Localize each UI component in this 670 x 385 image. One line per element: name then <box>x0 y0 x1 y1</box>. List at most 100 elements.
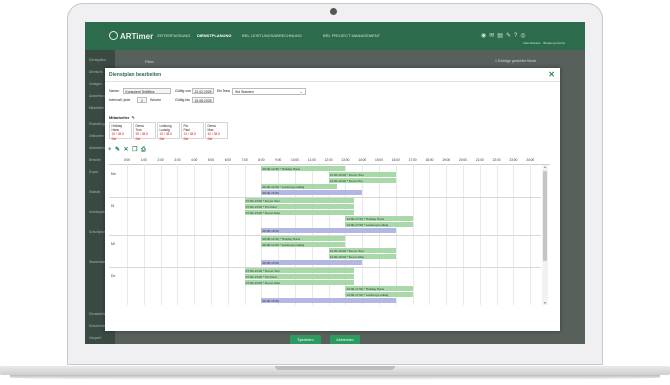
sidebar-item[interactable]: Gesperrt <box>89 336 101 340</box>
close-icon[interactable]: ✕ <box>548 70 555 79</box>
shift-bar[interactable]: 07:00-13:00 * Demo Max <box>244 280 354 286</box>
screen: ARTimer ZEITERFASSUNG DIENSTPLANUNG BRL … <box>85 22 585 344</box>
sidebar-item[interactable]: Vorlagen <box>89 82 102 86</box>
save-button[interactable]: Speichern <box>290 335 321 344</box>
shift-bar[interactable]: 08:00-18:00 <box>261 228 396 234</box>
sidebar-item[interactable]: Mitarbeiter <box>89 106 104 110</box>
employees-label-text: Mitarbeiter <box>109 115 130 120</box>
employee-hours: 15 / 38.5 Std <box>111 132 124 141</box>
shift-bar[interactable]: 12:00-16:00 * Demo Max <box>328 254 396 260</box>
copy-icon[interactable]: ❐ <box>132 147 141 153</box>
valid-to-label: Gültig bis <box>175 98 190 102</box>
shift-bar[interactable]: 13:00-17:00 * Leistung Ludwig <box>345 222 413 228</box>
hour-tick-label: 16:00 <box>391 158 400 162</box>
tab-leistungsabrechnung[interactable]: BRL LEISTUNGSABRECHNUNG <box>242 33 302 38</box>
logo-text: ARTimer <box>120 32 154 41</box>
valid-from-field[interactable]: 22.02.2025 <box>192 88 214 94</box>
top-icon-bar[interactable]: ◉✉▤✎?◎ <box>481 32 529 39</box>
unit-select[interactable]: Std Standen ⌄ <box>232 87 306 95</box>
filter-label[interactable]: Filter <box>145 59 154 64</box>
add-icon[interactable]: + <box>108 147 115 153</box>
scroll-up-icon[interactable]: ▲ <box>542 165 548 169</box>
camera-icon <box>330 8 337 15</box>
employee-card[interactable]: Demo Tom 35 / 38.5 Std <box>133 122 156 141</box>
day-label: Di <box>111 204 115 208</box>
cancel-button[interactable]: Abbrechen <box>330 335 360 344</box>
grid-scrollbar[interactable]: ▲ ▼ <box>542 165 548 305</box>
grid-toolbar: +✎✕❐⎙ <box>108 146 149 154</box>
shift-bar[interactable]: 07:00-13:00 * Demo Tom <box>244 268 354 274</box>
shift-bar[interactable]: 12:00-16:00 * Demo Pio <box>328 178 396 184</box>
shift-bar[interactable]: 08:00-12:30 * Holiday Hans <box>261 166 346 172</box>
employee-card[interactable]: Holiday Hans 15 / 38.5 Std <box>109 122 132 141</box>
app-logo[interactable]: ARTimer <box>109 31 153 41</box>
name-field[interactable]: Konsolent Teilöffice <box>123 88 171 94</box>
scroll-down-icon[interactable]: ▼ <box>542 301 548 305</box>
logo-icon <box>109 31 118 40</box>
shift-bar[interactable]: 08:00-12:30 * Holiday Hans <box>261 236 346 242</box>
shift-bar[interactable]: 12:00-16:00 * Demo Tom <box>328 172 396 178</box>
hour-tick-label: 20:00 <box>459 158 467 162</box>
chat-icon[interactable]: ✎ <box>506 33 514 39</box>
chart-icon[interactable]: ▤ <box>497 33 506 39</box>
edit-icon[interactable]: ✎ <box>115 147 124 153</box>
shift-bar[interactable]: 07:00-13:00 * Demo Tom <box>244 198 354 204</box>
day-label: Mi <box>111 242 115 246</box>
header-line <box>109 164 550 165</box>
print-icon[interactable]: ⎙ <box>141 147 149 153</box>
hour-tick-label: 14:00 <box>358 158 367 162</box>
shift-bar[interactable]: 12:00-16:00 * Demo Tom <box>328 248 396 254</box>
top-navigation: ARTimer ZEITERFASSUNG DIENSTPLANUNG BRL … <box>85 22 585 50</box>
valid-to-field[interactable]: 15.08.2025 <box>192 97 214 103</box>
employee-hours: 13 / 38.5 Std <box>183 132 196 141</box>
employee-card[interactable]: Pio Paul 13 / 38.5 Std <box>181 122 204 141</box>
hour-tick-label: 19:00 <box>442 158 451 162</box>
hour-tick-label: 17:00 <box>408 158 417 162</box>
tab-dienstplanung[interactable]: DIENSTPLANUNG <box>197 33 231 38</box>
sidebar-item[interactable]: Berichte <box>89 158 101 162</box>
laptop-mockup: ARTimer ZEITERFASSUNG DIENSTPLANUNG BRL … <box>0 0 670 385</box>
shift-bar[interactable]: 13:00-17:00 * Leistung Ludwig <box>345 292 413 298</box>
valid-from-label: Gültig von <box>175 89 192 93</box>
unit-label: EinTsea <box>217 89 230 93</box>
scroll-thumb[interactable] <box>543 171 547 261</box>
day-label: Mo <box>111 172 116 176</box>
employee-card[interactable]: Leistung Ludwig 15 / 38.5 Std <box>157 122 180 141</box>
unit-select-value: Std Standen <box>235 89 254 94</box>
hour-tick-label: 10:00 <box>291 158 299 162</box>
sidebar-item[interactable]: Statistik <box>89 190 100 194</box>
user-icon[interactable]: ◎ <box>520 33 528 39</box>
sidebar-item[interactable]: Dienstpläne <box>89 58 106 62</box>
tab-zeiterfassung[interactable]: ZEITERFASSUNG <box>157 33 190 38</box>
edit-schedule-dialog: Dienstplan bearbeiten ✕ Name: Konsolent … <box>105 68 560 344</box>
shift-bar[interactable]: 13:00-17:00 * Holiday Hans <box>345 216 413 222</box>
hour-tick-label: 12:00 <box>324 158 333 162</box>
hour-tick-label: 4:00 <box>191 158 198 162</box>
sidebar-item[interactable]: Zeitkonten <box>89 134 104 138</box>
interval-field[interactable]: 2 <box>137 97 147 103</box>
hour-tick-label: 6:00 <box>224 158 231 162</box>
shift-bar[interactable]: 07:00-13:00 * Pio Paul <box>244 274 354 280</box>
delete-icon[interactable]: ✕ <box>124 147 133 153</box>
employees-label: Mitarbeiter ✎ <box>109 115 135 120</box>
shift-bar[interactable]: 13:00-17:00 * Holiday Hans <box>345 286 413 292</box>
interval-unit: Woche <box>150 98 162 102</box>
laptop-shadow <box>10 375 660 380</box>
sidebar-item[interactable]: Export <box>89 170 98 174</box>
entries-info: 1 Einträge gesichtet Heute <box>495 59 537 63</box>
pencil-icon[interactable]: ✎ <box>131 115 134 120</box>
employee-card[interactable]: Demo Max 30 / 38.5 Std <box>205 122 228 141</box>
shift-bar[interactable]: 08:00-15:30 <box>261 190 363 196</box>
shift-bar[interactable]: 07:00-13:00 * Pio Paul <box>244 204 354 210</box>
tab-project-management[interactable]: BRL PROJECT MANAGEMENT <box>323 33 380 38</box>
globe-icon[interactable]: ◉ <box>481 33 489 39</box>
shift-bar[interactable]: 08:00-12:30 * Leistung Ludwig <box>261 242 346 248</box>
shift-bar[interactable]: 08:00-12:30 * Leistung Ludwig <box>261 184 337 190</box>
shift-bar[interactable]: 08:00-15:00 <box>261 260 363 266</box>
shift-bar[interactable]: 07:00-13:00 * Demo Max <box>244 210 354 216</box>
shift-bar[interactable]: 08:00-15:00 <box>261 298 396 304</box>
sidebar-item[interactable]: Übersicht <box>89 70 102 74</box>
employee-hours: 15 / 38.5 Std <box>159 132 172 141</box>
hour-tick-label: 2:00 <box>157 158 164 162</box>
user-info: Administrator · Beratung GmbH <box>523 41 566 45</box>
